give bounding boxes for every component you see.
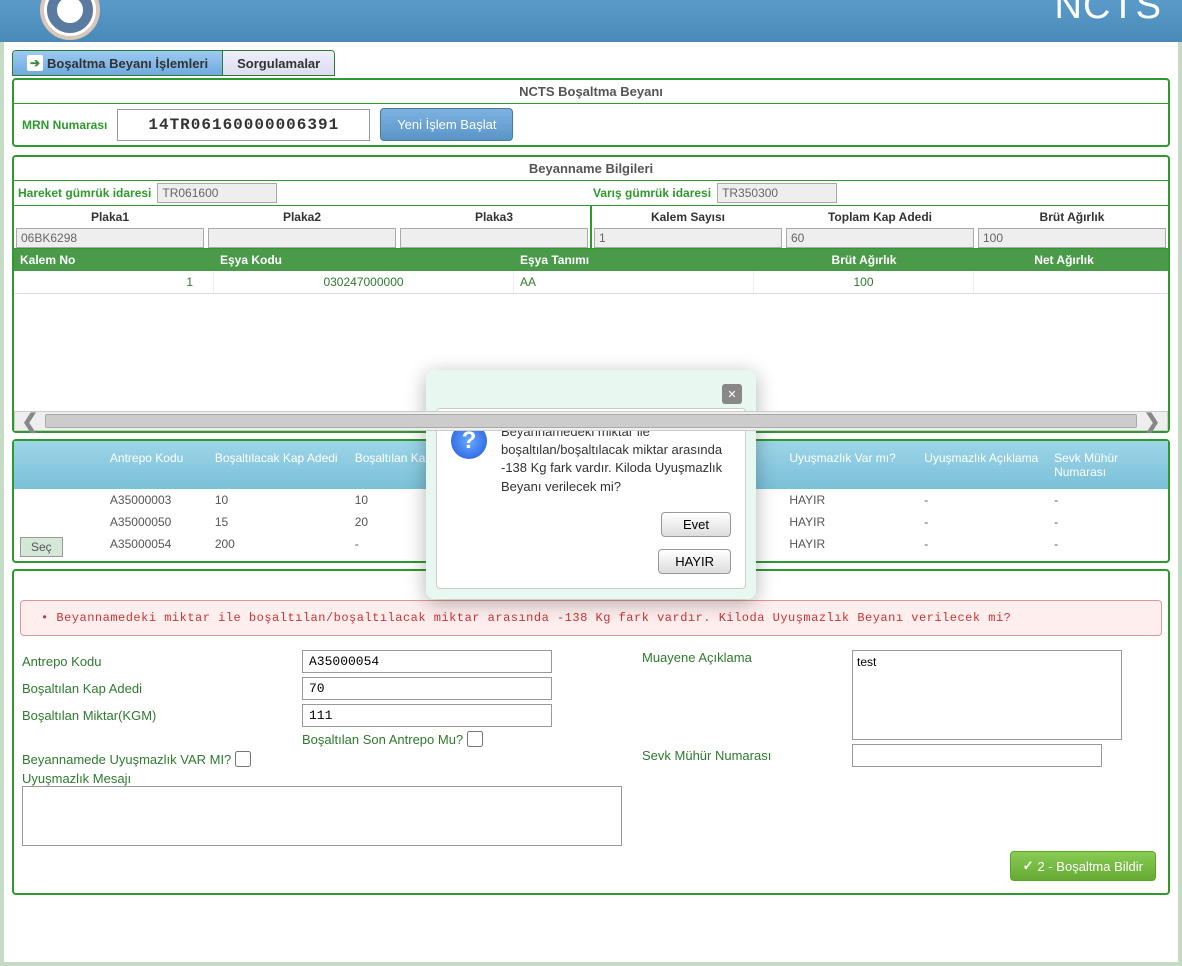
- tab-bosaltma[interactable]: ➔ Boşaltma Beyanı İşlemleri: [13, 51, 223, 75]
- son-antrepo-label: Boşaltılan Son Antrepo Mu?: [302, 732, 463, 747]
- new-process-button[interactable]: Yeni İşlem Başlat: [380, 108, 513, 141]
- close-icon[interactable]: ✕: [722, 384, 742, 404]
- mrn-label: MRN Numarası: [22, 118, 107, 132]
- scroll-left-icon[interactable]: ❮: [15, 409, 45, 434]
- ministry-logo: [40, 0, 100, 40]
- muayene-aciklama-label: Muayene Açıklama: [642, 650, 852, 665]
- toplam-kap-input: [786, 228, 974, 248]
- mrn-value: 14TR06160000006391: [117, 109, 370, 141]
- plaka2-input: [208, 228, 396, 248]
- modal-text: Beyannamedeki miktar ile boşaltılan/boşa…: [501, 423, 731, 496]
- varis-input: [717, 183, 837, 203]
- kalem-table-header: Kalem No Eşya Kodu Eşya Tanımı Brüt Ağır…: [14, 249, 1168, 271]
- kalem-scrollbar[interactable]: ❮ ❯: [14, 411, 1168, 431]
- plaka3-input: [400, 228, 588, 248]
- bosaltilan-kap-input[interactable]: [302, 677, 552, 700]
- kalem-row[interactable]: 1 030247000000 AA 100: [14, 271, 1168, 294]
- tab-bar: ➔ Boşaltma Beyanı İşlemleri Sorgulamalar: [12, 50, 335, 76]
- hareket-input: [157, 183, 277, 203]
- toplam-kap-header: Toplam Kap Adedi: [784, 206, 976, 228]
- uyusmazlik-mesaji-label: Uyuşmazlık Mesajı: [22, 771, 131, 786]
- brut-agirlik-input: [978, 228, 1166, 248]
- son-antrepo-checkbox[interactable]: [467, 731, 483, 747]
- plaka2-header: Plaka2: [206, 206, 398, 228]
- antrepo-kodu-label: Antrepo Kodu: [22, 654, 302, 669]
- hareket-label: Hareket gümrük idaresi: [18, 186, 151, 200]
- check-icon: [1023, 858, 1034, 874]
- warning-box: Beyannamedeki miktar ile boşaltılan/boşa…: [20, 600, 1162, 636]
- kalem-sayisi-input: [594, 228, 782, 248]
- panel-ncts-title: NCTS Boşaltma Beyanı: [14, 80, 1168, 103]
- panel-beyanname-title: Beyanname Bilgileri: [14, 157, 1168, 180]
- bosaltilan-miktar-label: Boşaltılan Miktar(KGM): [22, 708, 302, 723]
- select-button[interactable]: Seç: [20, 537, 63, 557]
- plaka3-header: Plaka3: [398, 206, 590, 228]
- plaka1-header: Plaka1: [14, 206, 206, 228]
- uyusmazlik-var-label: Beyannamede Uyuşmazlık VAR MI?: [22, 752, 231, 767]
- bosaltilan-miktar-input[interactable]: [302, 704, 552, 727]
- tab-sorgulamalar-label: Sorgulamalar: [237, 56, 320, 71]
- varis-label: Varış gümrük idaresi: [593, 186, 711, 200]
- panel-antrepo-form: Antrepo Bilgileri Beyannamedeki miktar i…: [12, 569, 1170, 895]
- no-button[interactable]: HAYIR: [658, 549, 731, 574]
- bosaltilan-kap-label: Boşaltılan Kap Adedi: [22, 681, 302, 696]
- arrow-right-icon: ➔: [27, 55, 43, 71]
- confirm-dialog: ✕ ? Beyannamedeki miktar ile boşaltılan/…: [426, 370, 756, 599]
- muayene-aciklama-textarea[interactable]: test: [852, 650, 1122, 740]
- sevk-muhur-input[interactable]: [852, 744, 1102, 767]
- kalem-sayisi-header: Kalem Sayısı: [592, 206, 784, 228]
- panel-ncts: NCTS Boşaltma Beyanı MRN Numarası 14TR06…: [12, 78, 1170, 147]
- sevk-muhur-label: Sevk Mühür Numarası: [642, 748, 852, 763]
- tab-sorgulamalar[interactable]: Sorgulamalar: [223, 51, 334, 75]
- tab-bosaltma-label: Boşaltma Beyanı İşlemleri: [47, 56, 208, 71]
- plaka1-input: [16, 228, 204, 248]
- uyusmazlik-mesaji-textarea[interactable]: [22, 786, 622, 846]
- scroll-right-icon[interactable]: ❯: [1137, 409, 1167, 434]
- top-bar: NCTS: [0, 0, 1182, 42]
- antrepo-kodu-input[interactable]: [302, 650, 552, 673]
- uyusmazlik-var-checkbox[interactable]: [235, 751, 251, 767]
- brut-agirlik-header: Brüt Ağırlık: [976, 206, 1168, 228]
- yes-button[interactable]: Evet: [661, 512, 731, 537]
- warning-text: Beyannamedeki miktar ile boşaltılan/boşa…: [41, 611, 1141, 625]
- app-title: NCTS: [1055, 0, 1162, 28]
- bosaltma-bildir-button[interactable]: 2 - Boşaltma Bildir: [1010, 851, 1156, 881]
